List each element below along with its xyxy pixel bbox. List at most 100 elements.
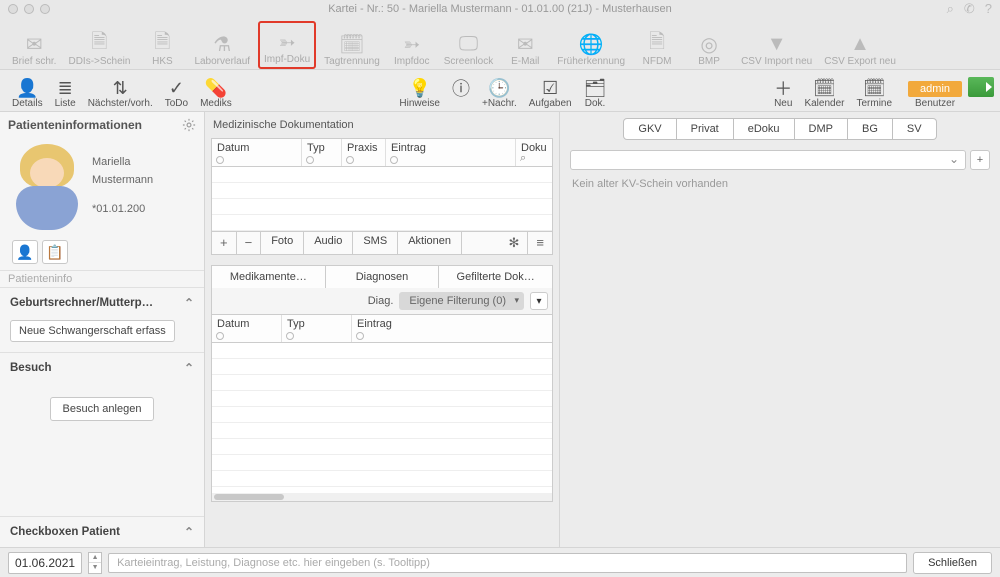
toolbar-laborverlauf[interactable]: ⚗Laborverlauf xyxy=(190,21,254,69)
toolbar-brief-schr-[interactable]: ✉Brief schr. xyxy=(8,21,60,69)
check-icon: ✓ xyxy=(169,78,184,98)
tb2-todo[interactable]: ✓ToDo xyxy=(159,78,194,109)
add-row-button[interactable]: + xyxy=(212,232,237,254)
section-besuch[interactable]: Besuch ⌃ xyxy=(0,353,204,383)
sms-button[interactable]: SMS xyxy=(353,232,398,254)
tab-gefilterte[interactable]: Gefilterte Dok… xyxy=(439,265,553,288)
envelope-icon: ✉ xyxy=(511,32,539,56)
footer-bar: 01.06.2021 ▲▼ Karteieintrag, Leistung, D… xyxy=(0,547,1000,577)
besuch-anlegen-button[interactable]: Besuch anlegen xyxy=(50,397,155,421)
person-icon: 👤 xyxy=(16,78,38,98)
documentation-panel: Medizinische Dokumentation Datum Typ Pra… xyxy=(205,112,560,547)
tb2-termine[interactable]: 🗓Termine xyxy=(850,78,898,109)
toolbar-ddis-schein[interactable]: 🗎DDIs->Schein xyxy=(64,21,134,69)
toolbar-fr-herkennung[interactable]: 🌐Früherkennung xyxy=(553,21,629,69)
add-kv-button[interactable]: + xyxy=(970,150,990,170)
col-datum[interactable]: Datum xyxy=(212,139,302,166)
toolbar-hks[interactable]: 🗎HKS xyxy=(138,21,186,69)
filter-dropdown[interactable]: Eigene Filterung (0) xyxy=(399,292,524,310)
tb2-n-chster-vorh-[interactable]: ⇅Nächster/vorh. xyxy=(82,78,159,109)
tb2-details[interactable]: 👤Details xyxy=(6,78,49,109)
patient-firstname: Mariella xyxy=(92,154,153,172)
person-button[interactable]: 👤 xyxy=(12,240,38,264)
chevron-up-icon: ⌃ xyxy=(184,296,194,310)
toolbar-csv-import-neu[interactable]: ▼CSV Import neu xyxy=(737,21,816,69)
filtered-table: Datum Typ Eintrag xyxy=(211,315,553,502)
tb2-hinweise[interactable]: 💡Hinweise xyxy=(393,78,446,109)
insurance-tab-edoku[interactable]: eDoku xyxy=(734,118,795,140)
mail-plus-icon: ✉ xyxy=(20,32,48,56)
section-geburtsrechner[interactable]: Geburtsrechner/Mutterp… ⌃ xyxy=(0,288,204,318)
insurance-tab-sv[interactable]: SV xyxy=(893,118,937,140)
doc-arrow-icon: 🗎 xyxy=(85,32,113,56)
col2-typ[interactable]: Typ xyxy=(282,315,352,342)
settings-icon[interactable]: ✻ xyxy=(501,232,529,254)
syringe-icon: ➳ xyxy=(398,32,426,56)
plus-icon: ＋ xyxy=(774,78,792,98)
col-eintrag[interactable]: Eintrag xyxy=(386,139,516,166)
window-title: Kartei - Nr.: 50 - Mariella Mustermann -… xyxy=(0,3,1000,15)
toolbar-bmp[interactable]: ◎BMP xyxy=(685,21,733,69)
info-icon: ⓘ xyxy=(452,78,470,98)
secondary-toolbar: 👤Details≣Liste⇅Nächster/vorh.✓ToDo💊Medik… xyxy=(0,70,1000,112)
chevron-up-icon: ⌃ xyxy=(184,525,194,539)
tb2-kalender[interactable]: 🗓Kalender xyxy=(798,78,850,109)
gear-icon[interactable] xyxy=(182,118,196,132)
checklist-icon: ☑ xyxy=(542,78,558,98)
toolbar-csv-export-neu[interactable]: ▲CSV Export neu xyxy=(820,21,900,69)
tb2-liste[interactable]: ≣Liste xyxy=(49,78,82,109)
aktionen-button[interactable]: Aktionen xyxy=(398,232,462,254)
cal2-icon: 🗓 xyxy=(863,78,886,98)
col-praxis[interactable]: Praxis xyxy=(342,139,386,166)
exit-button[interactable] xyxy=(968,77,994,97)
diag-label: Diag. xyxy=(368,295,394,307)
folder-icon: 🗂 xyxy=(584,78,607,98)
list-icon[interactable]: ≡ xyxy=(528,232,552,254)
toolbar-tagtrennung[interactable]: 🗓Tagtrennung xyxy=(320,21,384,69)
toolbar-screenlock[interactable]: 🖵Screenlock xyxy=(440,21,497,69)
audio-button[interactable]: Audio xyxy=(304,232,353,254)
tb2-mediks[interactable]: 💊Mediks xyxy=(194,78,238,109)
globe-icon: 🌐 xyxy=(577,32,605,56)
toolbar-e-mail[interactable]: ✉E-Mail xyxy=(501,21,549,69)
tb2-dok-[interactable]: 🗂Dok. xyxy=(578,78,613,109)
admin-button[interactable]: admin xyxy=(908,81,962,97)
flask-icon: ⚗ xyxy=(208,32,236,56)
tab-diagnosen[interactable]: Diagnosen xyxy=(326,265,440,288)
remove-row-button[interactable]: − xyxy=(237,232,262,254)
section-checkboxen[interactable]: Checkboxen Patient ⌃ xyxy=(0,517,204,547)
insurance-tab-privat[interactable]: Privat xyxy=(677,118,734,140)
foto-button[interactable]: Foto xyxy=(261,232,304,254)
filter-icon[interactable]: ▾ xyxy=(530,292,548,310)
horizontal-scrollbar[interactable] xyxy=(212,493,552,501)
toolbar-impfdoc[interactable]: ➳Impfdoc xyxy=(388,21,436,69)
date-input[interactable]: 01.06.2021 xyxy=(8,552,82,574)
benutzer-label: Benutzer xyxy=(915,98,955,109)
toolbar-nfdm[interactable]: 🗎NFDM xyxy=(633,21,681,69)
tb2--nachr-[interactable]: 🕒+Nachr. xyxy=(476,78,523,109)
tb2-info-icon[interactable]: ⓘ xyxy=(446,78,476,109)
col-typ[interactable]: Typ xyxy=(302,139,342,166)
tb2-neu[interactable]: ＋Neu xyxy=(768,78,798,109)
titlebar: Kartei - Nr.: 50 - Mariella Mustermann -… xyxy=(0,0,1000,18)
entry-input[interactable]: Karteieintrag, Leistung, Diagnose etc. h… xyxy=(108,553,907,573)
tab-medikamente[interactable]: Medikamente… xyxy=(211,265,326,288)
calendar-split-icon: 🗓 xyxy=(338,32,366,56)
toolbar-impf-doku[interactable]: ➳Impf-Doku xyxy=(258,21,316,69)
doc-edit-icon: 🗎 xyxy=(148,32,176,56)
clipboard-button[interactable]: 📋 xyxy=(42,240,68,264)
triangle-up-icon: ▲ xyxy=(846,32,874,56)
kv-select[interactable] xyxy=(570,150,966,170)
tb2-aufgaben[interactable]: ☑Aufgaben xyxy=(523,78,578,109)
col2-eintrag[interactable]: Eintrag xyxy=(352,315,552,342)
col-doku[interactable]: Doku xyxy=(516,139,552,166)
col2-datum[interactable]: Datum xyxy=(212,315,282,342)
insurance-tab-gkv[interactable]: GKV xyxy=(623,118,676,140)
insurance-tab-bg[interactable]: BG xyxy=(848,118,893,140)
target-icon: ◎ xyxy=(695,32,723,56)
neue-schwangerschaft-button[interactable]: Neue Schwangerschaft erfass xyxy=(10,320,175,342)
date-stepper[interactable]: ▲▼ xyxy=(88,552,102,574)
documentation-table: Datum Typ Praxis Eintrag Doku + − Foto A… xyxy=(211,138,553,255)
close-button[interactable]: Schließen xyxy=(913,552,992,574)
insurance-tab-dmp[interactable]: DMP xyxy=(795,118,848,140)
